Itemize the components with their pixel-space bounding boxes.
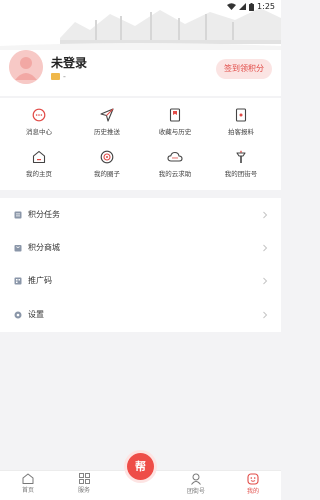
grid-item-team-account[interactable]: 我的团街号	[206, 150, 276, 194]
default-avatar-icon	[9, 50, 43, 84]
grid-label: 拍客报料	[228, 128, 254, 136]
nav-item-services[interactable]: 服务	[56, 473, 112, 500]
status-bar: 1:25	[0, 0, 281, 14]
signin-points-button[interactable]: 签到领积分	[216, 59, 272, 79]
nav-label: 我的	[246, 488, 259, 495]
grid-label: 收藏与历史	[158, 128, 192, 136]
grid-item-circle[interactable]: 我的圈子	[72, 150, 142, 194]
level-badge-icon	[51, 73, 60, 80]
nav-item-home[interactable]: 首页	[0, 473, 56, 500]
grid-label: 消息中心	[26, 128, 52, 136]
nav-label: 团街号	[186, 488, 205, 495]
team-icon	[191, 473, 201, 485]
grid-item-messages[interactable]: 消息中心	[4, 108, 74, 152]
user-level-value: -	[63, 72, 66, 81]
task-icon	[14, 211, 22, 218]
signal-icon	[239, 3, 247, 10]
nav-item-team[interactable]: 团街号	[168, 473, 224, 500]
list-item-promo-code[interactable]: 推广码	[0, 264, 281, 297]
grid-label: 我的团街号	[224, 170, 258, 178]
grid-label: 我的云求助	[158, 170, 192, 178]
chevron-right-icon	[263, 211, 268, 218]
torch-icon	[236, 150, 246, 163]
list-item-settings[interactable]: 设置	[0, 298, 281, 331]
grid-label: 我的圈子	[94, 170, 120, 178]
avatar[interactable]	[9, 50, 43, 84]
grid-item-report[interactable]: 拍客报料	[206, 108, 276, 152]
chevron-right-icon	[263, 311, 268, 318]
cloud-icon	[167, 151, 183, 162]
grid-label: 我的主页	[26, 170, 52, 178]
grid-item-cloud-help[interactable]: 我的云求助	[140, 150, 210, 194]
send-icon	[100, 108, 114, 122]
list-label: 积分商城	[28, 243, 60, 252]
promo-code-icon	[14, 277, 22, 284]
chevron-right-icon	[263, 244, 268, 251]
bottom-navigation: 首页 服务 帮 团街号 我的	[0, 453, 281, 500]
mine-icon	[247, 473, 259, 485]
home-page-icon	[32, 150, 46, 164]
chevron-right-icon	[263, 277, 268, 284]
wifi-icon	[227, 3, 237, 10]
bookmark-icon	[169, 108, 181, 122]
menu-list: 积分任务 积分商城 推广码 设置	[0, 198, 281, 332]
services-icon	[78, 473, 90, 484]
user-name[interactable]: 未登录	[51, 54, 87, 71]
camera-card-icon	[235, 108, 247, 122]
profile-section: 未登录 - 签到领积分	[9, 50, 272, 88]
feature-grid: 消息中心 历史推送 收藏与历史 拍客报料 我的主页 我的圈子 我的云求助 我的团…	[0, 98, 281, 190]
list-label: 设置	[28, 310, 44, 319]
status-time: 1:25	[257, 2, 275, 11]
user-level: -	[51, 72, 66, 81]
circle-icon	[100, 150, 114, 164]
settings-icon	[14, 311, 22, 318]
nav-label: 服务	[77, 487, 90, 494]
list-item-points-mall[interactable]: 积分商城	[0, 231, 281, 264]
help-button[interactable]: 帮	[127, 453, 154, 480]
nav-item-mine[interactable]: 我的	[225, 473, 281, 500]
message-icon	[32, 108, 46, 122]
grid-item-history-push[interactable]: 历史推送	[72, 108, 142, 152]
grid-item-homepage[interactable]: 我的主页	[4, 150, 74, 194]
battery-icon	[249, 2, 255, 11]
mall-icon	[14, 244, 22, 251]
list-label: 推广码	[28, 276, 52, 285]
list-label: 积分任务	[28, 210, 60, 219]
grid-label: 历史推送	[94, 128, 120, 136]
grid-item-favorites[interactable]: 收藏与历史	[140, 108, 210, 152]
profile-header: 1:25 未登录 - 签到领积分	[0, 0, 281, 96]
home-icon	[22, 473, 34, 484]
nav-label: 首页	[21, 487, 34, 494]
list-item-points-tasks[interactable]: 积分任务	[0, 198, 281, 231]
